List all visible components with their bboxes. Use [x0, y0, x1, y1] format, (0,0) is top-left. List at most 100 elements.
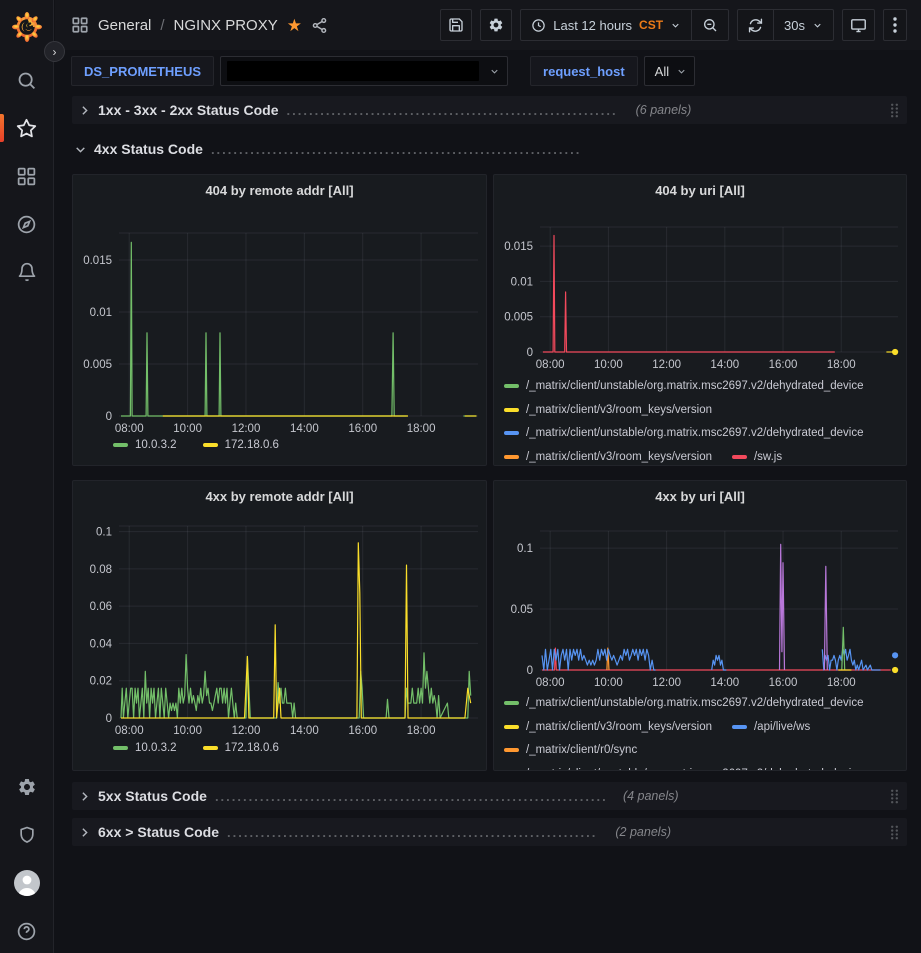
svg-text:08:00: 08:00: [115, 725, 144, 737]
sidebar-item-dashboards[interactable]: [0, 162, 53, 190]
panel-legend: /_matrix/client/unstable/org.matrix.msc2…: [504, 377, 904, 466]
sidebar-item-help[interactable]: [0, 917, 53, 945]
time-series-chart[interactable]: 00.0050.010.01508:0010:0012:0014:0016:00…: [494, 175, 906, 465]
request-host-value: All: [655, 64, 669, 79]
svg-text:0: 0: [106, 411, 112, 423]
legend-item[interactable]: /_matrix/client/r0/sync: [504, 741, 637, 759]
legend-item[interactable]: /_matrix/client/unstable/org.matrix.msc2…: [504, 694, 864, 712]
svg-text:12:00: 12:00: [232, 423, 261, 435]
row-header-4xx[interactable]: 4xx Status Code ........................…: [72, 135, 907, 163]
breadcrumb-section[interactable]: General: [98, 17, 151, 34]
variable-ds-select[interactable]: [220, 56, 508, 86]
sidebar-item-starred[interactable]: [0, 114, 53, 142]
row-title: 1xx - 3xx - 2xx Status Code: [98, 102, 279, 118]
legend-item[interactable]: /_matrix/client/v3/room_keys/version: [504, 718, 712, 736]
tv-mode-button[interactable]: [842, 9, 875, 41]
panel-title[interactable]: 404 by remote addr [All]: [73, 175, 486, 198]
row-header-6xx[interactable]: 6xx > Status Code ......................…: [72, 818, 907, 846]
svg-text:16:00: 16:00: [348, 423, 377, 435]
chevron-down-icon: [670, 20, 681, 31]
gear-icon: [17, 777, 37, 797]
refresh-interval-picker[interactable]: 30s: [773, 10, 833, 40]
legend-item[interactable]: /_matrix/client/v3/room_keys/version: [504, 448, 712, 466]
favorite-star-icon[interactable]: ★: [287, 17, 302, 34]
timezone-label: CST: [639, 18, 663, 32]
row-drag-handle[interactable]: [890, 825, 899, 840]
legend-label: /_matrix/client/unstable/org.matrix.msc2…: [526, 424, 864, 442]
legend-label: /_matrix/client/unstable/org.matrix.msc2…: [526, 694, 864, 712]
svg-text:0.005: 0.005: [504, 312, 533, 324]
panel-title[interactable]: 404 by uri [All]: [494, 175, 906, 198]
grafana-logo[interactable]: [10, 10, 44, 44]
dashboard-header: General / NGINX PROXY ★ Last 12 hours CS…: [55, 0, 921, 50]
panel-title[interactable]: 4xx by remote addr [All]: [73, 481, 486, 504]
svg-text:18:00: 18:00: [827, 359, 856, 371]
legend-label: /_matrix/client/v3/room_keys/version: [526, 401, 712, 419]
row-header-5xx[interactable]: 5xx Status Code ........................…: [72, 782, 907, 810]
time-series-chart[interactable]: 00.0050.010.01508:0010:0012:0014:0016:00…: [73, 175, 486, 465]
panel-legend: 10.0.3.2 172.18.0.6: [113, 439, 279, 451]
time-series-chart[interactable]: 00.020.040.060.080.108:0010:0012:0014:00…: [73, 481, 486, 770]
dashboard-settings-button[interactable]: [480, 9, 512, 41]
svg-text:0: 0: [527, 665, 533, 677]
breadcrumb-title[interactable]: NGINX PROXY: [174, 17, 278, 34]
share-icon[interactable]: [311, 17, 328, 34]
legend-item[interactable]: /_matrix/client/unstable/org.matrix.msc2…: [504, 424, 864, 442]
legend-swatch: [504, 725, 519, 729]
sidebar-item-explore[interactable]: [0, 210, 53, 238]
row-title-dots: ........................................…: [287, 103, 618, 118]
save-dashboard-button[interactable]: [440, 9, 472, 41]
legend-item[interactable]: /_matrix/client/v3/room_keys/version: [504, 401, 712, 419]
svg-text:18:00: 18:00: [407, 423, 436, 435]
sidebar-expand-button[interactable]: ›: [44, 41, 65, 62]
refresh-interval-label: 30s: [784, 18, 805, 33]
sidebar-item-search[interactable]: [0, 66, 53, 94]
sidebar-item-server-admin[interactable]: [0, 821, 53, 849]
zoom-out-icon: [702, 17, 718, 33]
svg-text:0.02: 0.02: [90, 676, 112, 688]
legend-item[interactable]: 172.18.0.6: [203, 439, 279, 451]
shield-icon: [17, 825, 37, 845]
clock-icon: [531, 18, 546, 33]
variable-ds-label[interactable]: DS_PROMETHEUS: [71, 56, 214, 86]
time-series-plot[interactable]: 00.020.040.060.080.108:0010:0012:0014:00…: [73, 481, 486, 748]
panel-4xx-by-remote-addr: 4xx by remote addr [All] 00.020.040.060.…: [72, 480, 487, 771]
row-drag-handle[interactable]: [890, 789, 899, 804]
sidebar-item-configuration[interactable]: [0, 773, 53, 801]
time-range-picker[interactable]: Last 12 hours CST: [521, 10, 691, 40]
legend-item[interactable]: /_matrix/client/unstable/org.matrix.msc2…: [504, 765, 864, 772]
sidebar-item-profile[interactable]: [0, 869, 53, 897]
legend-swatch: [504, 455, 519, 459]
svg-text:0.01: 0.01: [90, 307, 112, 319]
variable-request-host-label[interactable]: request_host: [530, 56, 638, 86]
svg-text:12:00: 12:00: [232, 725, 261, 737]
row-header-1xx-3xx-2xx[interactable]: 1xx - 3xx - 2xx Status Code ............…: [72, 96, 907, 124]
panel-title[interactable]: 4xx by uri [All]: [494, 481, 906, 504]
svg-text:0.01: 0.01: [511, 276, 533, 288]
legend-item[interactable]: 172.18.0.6: [203, 742, 279, 754]
sidebar-item-alerting[interactable]: [0, 258, 53, 286]
time-series-chart[interactable]: 00.050.108:0010:0012:0014:0016:0018:00/_…: [494, 481, 906, 770]
zoom-out-button[interactable]: [691, 10, 728, 40]
time-series-plot[interactable]: 00.0050.010.01508:0010:0012:0014:0016:00…: [73, 175, 486, 446]
grafana-logo-icon: [11, 11, 43, 43]
legend-item[interactable]: /sw.js: [732, 448, 782, 466]
more-options-button[interactable]: [883, 9, 907, 41]
variable-request-host-select[interactable]: All: [644, 56, 695, 86]
svg-text:10:00: 10:00: [594, 359, 623, 371]
legend-item[interactable]: /_matrix/client/unstable/org.matrix.msc2…: [504, 377, 864, 395]
svg-text:18:00: 18:00: [827, 677, 856, 689]
kebab-icon: [893, 17, 897, 33]
dashboard-canvas: 1xx - 3xx - 2xx Status Code ............…: [55, 92, 921, 846]
time-series-plot[interactable]: 00.050.108:0010:0012:0014:0016:0018:00: [494, 481, 906, 700]
row-drag-handle[interactable]: [890, 103, 899, 118]
legend-item[interactable]: 10.0.3.2: [113, 439, 177, 451]
legend-item[interactable]: 10.0.3.2: [113, 742, 177, 754]
legend-item[interactable]: /api/live/ws: [732, 718, 810, 736]
svg-text:0.06: 0.06: [90, 601, 112, 613]
panel-legend: /_matrix/client/unstable/org.matrix.msc2…: [504, 694, 904, 771]
refresh-button[interactable]: [738, 10, 773, 40]
time-series-plot[interactable]: 00.0050.010.01508:0010:0012:0014:0016:00…: [494, 175, 906, 382]
sidebar-nav-bottom: [0, 773, 53, 945]
save-icon: [448, 17, 464, 33]
